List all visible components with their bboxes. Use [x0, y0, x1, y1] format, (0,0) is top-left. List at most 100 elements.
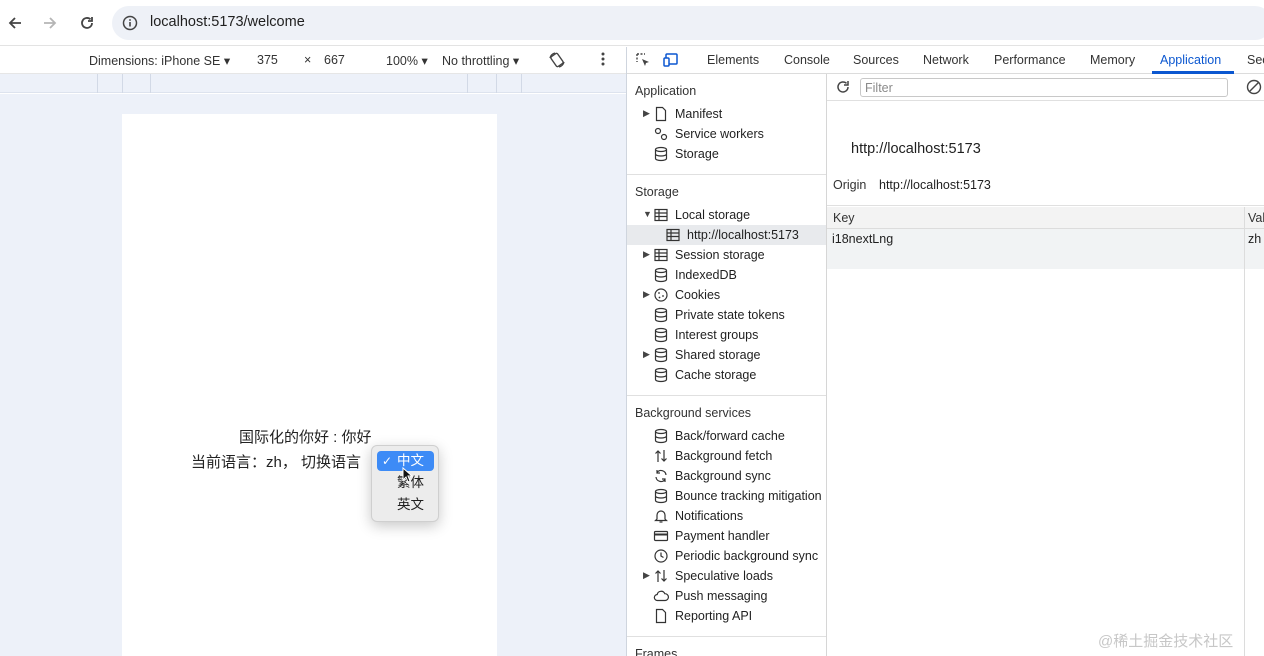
- sidebar-item-back-forward-cache[interactable]: Back/forward cache: [627, 426, 826, 446]
- gears-icon: [654, 127, 668, 141]
- filter-input[interactable]: Filter: [860, 78, 1228, 97]
- expand-arrow-icon[interactable]: ▶: [643, 349, 650, 360]
- collapse-arrow-icon[interactable]: ▼: [643, 209, 652, 219]
- times-sign: ×: [304, 53, 312, 67]
- site-info-icon[interactable]: [122, 15, 138, 31]
- devtools-panel: Elements Console Sources Network Perform…: [626, 47, 1264, 656]
- application-sidebar: Application ▶ Manifest Service workers S…: [627, 74, 827, 656]
- sidebar-item-push-messaging[interactable]: Push messaging: [627, 586, 826, 606]
- sidebar-item-local-storage-origin[interactable]: http://localhost:5173: [627, 225, 826, 245]
- reload-button[interactable]: [76, 12, 98, 34]
- sidebar-item-label: Private state tokens: [675, 308, 785, 322]
- checkmark-icon: ✓: [382, 454, 393, 468]
- sidebar-item-payment-handler[interactable]: Payment handler: [627, 526, 826, 546]
- device-selector-label: Dimensions: iPhone SE: [89, 54, 221, 68]
- expand-arrow-icon[interactable]: ▶: [643, 249, 650, 260]
- dropdown-caret-icon: ▾: [512, 54, 520, 68]
- database-icon: [654, 146, 668, 162]
- height-input[interactable]: 667: [324, 53, 345, 67]
- tab-console[interactable]: Console: [784, 53, 830, 67]
- clear-all-button[interactable]: [1246, 79, 1262, 98]
- sidebar-item-label: Session storage: [675, 248, 765, 262]
- database-icon: [654, 307, 668, 323]
- sidebar-item-private-state-tokens[interactable]: Private state tokens: [627, 305, 826, 325]
- sidebar-item-bounce-tracking[interactable]: Bounce tracking mitigation: [627, 486, 826, 506]
- devtools-tab-bar: Elements Console Sources Network Perform…: [627, 47, 1264, 74]
- forward-button[interactable]: [39, 12, 61, 34]
- media-query-ruler: [0, 74, 626, 93]
- dropdown-caret-icon: ▾: [421, 54, 428, 68]
- expand-arrow-icon[interactable]: ▶: [643, 570, 650, 581]
- back-button[interactable]: [4, 12, 26, 34]
- database-icon: [654, 267, 668, 283]
- table-header: Key Val: [827, 207, 1264, 229]
- kebab-menu-icon: [601, 52, 605, 66]
- cookie-icon: [654, 288, 668, 302]
- section-title-frames: Frames: [635, 647, 678, 656]
- table-row[interactable]: i18nextLng zh: [827, 229, 1264, 249]
- current-language-text: 当前语言：zh， 切换语言: [191, 454, 362, 471]
- inspect-cursor-icon: [636, 53, 649, 66]
- device-toolbar: Dimensions: iPhone SE ▾ 375 × 667 100% ▾…: [0, 47, 626, 74]
- sidebar-item-label: Cookies: [675, 288, 721, 302]
- sidebar-item-label: http://localhost:5173: [687, 228, 799, 242]
- expand-arrow-icon[interactable]: ▶: [643, 289, 650, 300]
- sidebar-item-label: Manifest: [675, 107, 723, 121]
- zoom-selector[interactable]: 100% ▾: [386, 53, 428, 68]
- sidebar-item-label: IndexedDB: [675, 268, 737, 282]
- tab-application[interactable]: Application: [1160, 53, 1221, 67]
- device-toggle-button[interactable]: [663, 52, 679, 71]
- sidebar-item-background-fetch[interactable]: Background fetch: [627, 446, 826, 466]
- sidebar-item-notifications[interactable]: Notifications: [627, 506, 826, 526]
- sidebar-item-interest-groups[interactable]: Interest groups: [627, 325, 826, 345]
- column-header-value[interactable]: Val: [1248, 211, 1264, 225]
- credit-card-icon: [653, 530, 669, 542]
- throttling-label: No throttling: [442, 54, 510, 68]
- more-options-button[interactable]: [600, 51, 606, 70]
- device-selector[interactable]: Dimensions: iPhone SE ▾: [89, 53, 230, 68]
- language-dropdown[interactable]: ✓ 中文 繁体 英文: [371, 445, 439, 522]
- sidebar-item-shared-storage[interactable]: ▶ Shared storage: [627, 345, 826, 365]
- option-label: 中文: [397, 453, 424, 468]
- tab-elements[interactable]: Elements: [707, 53, 759, 67]
- sidebar-item-service-workers[interactable]: Service workers: [627, 124, 826, 144]
- sidebar-item-local-storage[interactable]: ▼ Local storage: [627, 205, 826, 225]
- inspect-element-button[interactable]: [635, 52, 651, 71]
- block-icon: [1246, 79, 1262, 95]
- sidebar-item-manifest[interactable]: ▶ Manifest: [627, 104, 826, 124]
- sidebar-item-session-storage[interactable]: ▶ Session storage: [627, 245, 826, 265]
- table-icon: [654, 208, 668, 222]
- sidebar-item-label: Cache storage: [675, 368, 757, 382]
- table-row-empty[interactable]: [827, 249, 1264, 269]
- tab-network[interactable]: Network: [923, 53, 969, 67]
- sidebar-item-storage[interactable]: Storage: [627, 144, 826, 164]
- language-option-en[interactable]: 英文: [377, 495, 434, 515]
- refresh-button[interactable]: [835, 79, 851, 98]
- origin-value: http://localhost:5173: [879, 178, 991, 192]
- sidebar-item-speculative-loads[interactable]: ▶ Speculative loads: [627, 566, 826, 586]
- sidebar-item-reporting-api[interactable]: Reporting API: [627, 606, 826, 626]
- rotate-button[interactable]: [548, 51, 566, 72]
- address-bar[interactable]: localhost:5173/welcome: [112, 6, 1264, 40]
- clock-icon: [654, 549, 668, 563]
- origin-label: Origin: [833, 178, 867, 192]
- tab-performance[interactable]: Performance: [994, 53, 1066, 67]
- width-input[interactable]: 375: [257, 53, 278, 67]
- tab-sources[interactable]: Sources: [853, 53, 899, 67]
- up-down-arrows-icon: [655, 570, 667, 582]
- sidebar-item-background-sync[interactable]: Background sync: [627, 466, 826, 486]
- throttling-selector[interactable]: No throttling ▾: [442, 53, 519, 68]
- sidebar-item-indexeddb[interactable]: IndexedDB: [627, 265, 826, 285]
- sidebar-item-cache-storage[interactable]: Cache storage: [627, 365, 826, 385]
- origin-row: Origin http://localhost:5173: [827, 170, 1264, 206]
- column-header-key[interactable]: Key: [833, 211, 855, 225]
- sidebar-item-label: Shared storage: [675, 348, 761, 362]
- file-icon: [655, 608, 667, 624]
- sidebar-item-label: Storage: [675, 147, 719, 161]
- tab-memory[interactable]: Memory: [1090, 53, 1135, 67]
- tab-security[interactable]: Sec: [1247, 53, 1264, 67]
- sidebar-item-cookies[interactable]: ▶ Cookies: [627, 285, 826, 305]
- expand-arrow-icon[interactable]: ▶: [643, 108, 650, 119]
- sidebar-item-label: Push messaging: [675, 589, 768, 603]
- sidebar-item-periodic-background-sync[interactable]: Periodic background sync: [627, 546, 826, 566]
